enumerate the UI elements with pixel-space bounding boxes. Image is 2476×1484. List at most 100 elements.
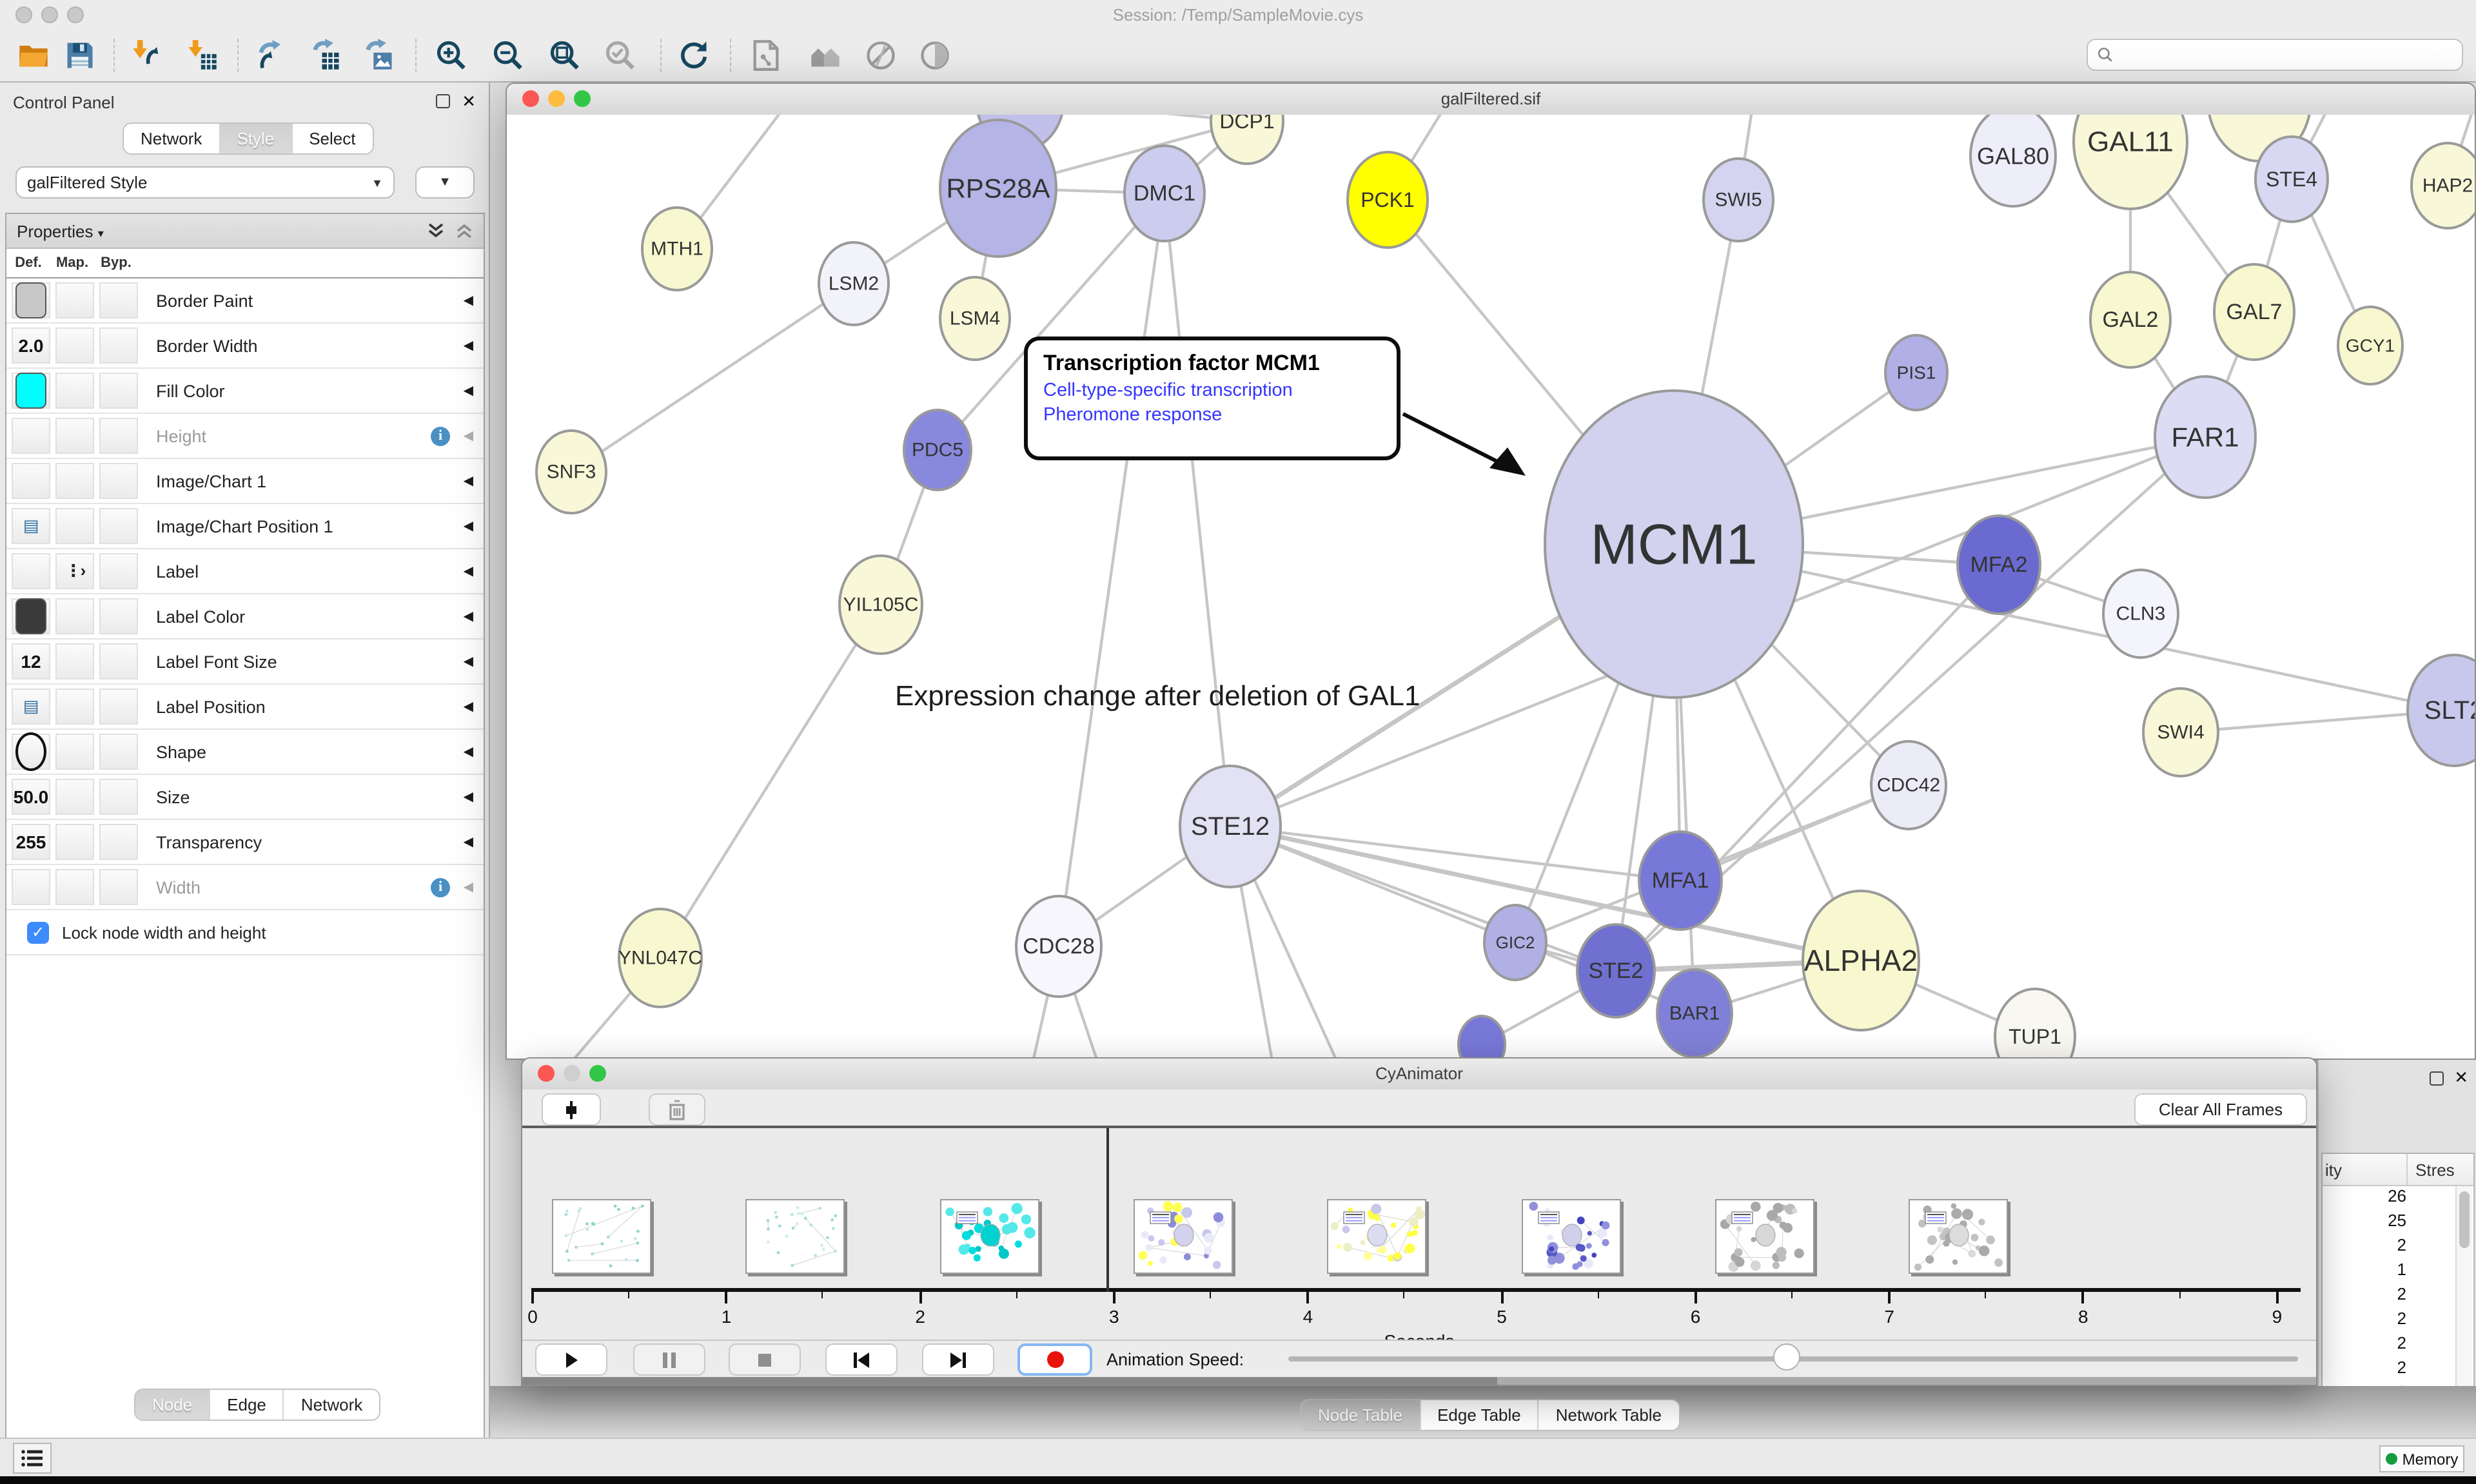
properties-header[interactable]: Properties ▾ [6,214,484,249]
table-row[interactable]: 25 [2323,1211,2473,1235]
network-node-CDC28[interactable]: CDC28 [1016,896,1101,997]
play-button[interactable] [535,1343,607,1376]
float-panel-icon[interactable] [436,94,450,108]
network-node-MFA1[interactable]: MFA1 [1639,832,1722,930]
timeline-frame-0[interactable] [552,1199,651,1274]
network-overview-icon[interactable] [807,37,843,73]
zoom-in-icon[interactable] [433,37,469,73]
search-input[interactable] [2087,39,2463,71]
expand-property-icon[interactable]: ◀ [464,835,473,849]
network-node-DCP1[interactable]: DCP1 [1211,115,1283,164]
annotation-link[interactable]: Cell-type-specific transcription [1043,380,1381,401]
tab-node[interactable]: Node [135,1390,210,1420]
expand-property-icon[interactable]: ◀ [464,519,473,533]
network-node-GAL7[interactable]: GAL7 [2214,264,2294,360]
cyanimator-scrollbar[interactable] [522,1377,2316,1386]
network-node-GAL80[interactable]: GAL80 [1970,115,2056,206]
network-node-GCY1[interactable]: GCY1 [2338,307,2402,384]
network-node-LSM2[interactable]: LSM2 [819,242,889,325]
timeline-playhead[interactable] [1106,1128,1108,1292]
network-node-LSM4[interactable]: LSM4 [940,277,1010,360]
network-node-STE4[interactable]: STE4 [2255,137,2328,222]
refresh-view-icon[interactable] [676,37,712,73]
export-image-icon[interactable] [361,37,397,73]
network-node-ALPHA2[interactable]: ALPHA2 [1803,891,1919,1030]
lock-size-checkbox[interactable]: ✓ [27,921,49,943]
memory-button[interactable]: Memory [2379,1445,2464,1472]
zoom-out-icon[interactable] [490,37,526,73]
delete-frame-button[interactable] [649,1093,705,1126]
network-node-TUP1[interactable]: TUP1 [1995,989,2075,1060]
timeline-frame-3[interactable] [1134,1199,1233,1274]
table-row[interactable]: 2 [2323,1333,2473,1358]
network-node-YIL105C[interactable]: YIL105C [840,556,922,654]
timeline-frame-2[interactable] [939,1199,1039,1274]
open-session-icon[interactable] [15,37,52,73]
style-options-button[interactable]: ▼ [415,166,475,199]
table-row[interactable]: 26 [2323,1186,2473,1211]
network-node-BAR1[interactable]: BAR1 [1657,970,1732,1057]
network-edge[interactable] [1059,193,1164,946]
property-row-label[interactable]: ⋮›Label◀ [6,549,484,594]
import-table-icon[interactable] [184,37,221,73]
network-node-GIC2[interactable]: GIC2 [1484,905,1546,980]
network-node-botp[interactable] [1459,1016,1505,1060]
style-select[interactable]: galFiltered Style ▼ [15,166,395,199]
network-canvas[interactable]: RPS28ADCP1DMC1PCK1MTH1LSM2LSM4SWI5GAL80G… [507,115,2475,1060]
hide-graphics-icon[interactable] [863,37,899,73]
cyanimator-titlebar[interactable]: CyAnimator [522,1059,2316,1091]
network-node-PCK1[interactable]: PCK1 [1348,152,1428,248]
network-node-PIS1[interactable]: PIS1 [1885,335,1947,410]
property-row-width[interactable]: Widthi◀ [6,865,484,910]
zoom-fit-icon[interactable] [547,37,583,73]
table-row[interactable]: 2 [2323,1358,2473,1382]
table-row[interactable]: 2 [2323,1309,2473,1333]
network-node-STE12[interactable]: STE12 [1180,766,1281,887]
table-row[interactable]: 2 [2323,1235,2473,1260]
timeline-frame-4[interactable] [1327,1199,1426,1274]
next-frame-button[interactable] [922,1343,994,1376]
timeline-frame-6[interactable] [1715,1199,1814,1274]
zoom-selected-icon[interactable] [602,37,638,73]
annotation-box[interactable]: Transcription factor MCM1 Cell-type-spec… [1024,337,1400,460]
network-node-STE2[interactable]: STE2 [1577,924,1655,1017]
network-node-YNL047C[interactable]: YNL047C [618,909,702,1007]
network-node-MFA2[interactable]: MFA2 [1958,516,2040,614]
timeline-frame-1[interactable] [746,1199,845,1274]
network-edge[interactable] [571,284,854,472]
pause-button[interactable] [633,1343,705,1376]
network-node-SWI5[interactable]: SWI5 [1704,159,1773,241]
property-row-image-chart-position-1[interactable]: ▤Image/Chart Position 1◀ [6,504,484,549]
network-window-titlebar[interactable]: galFiltered.sif [507,84,2475,116]
property-row-fill-color[interactable]: Fill Color◀ [6,369,484,414]
show-graphics-icon[interactable] [917,37,953,73]
property-row-size[interactable]: 50.0Size◀ [6,775,484,820]
timeline-frame-7[interactable] [1909,1199,2008,1274]
network-edge[interactable] [1164,193,1230,826]
network-node-HAP2[interactable]: HAP2 [2412,143,2475,228]
expand-property-icon[interactable]: ◀ [464,293,473,308]
animation-speed-knob[interactable] [1773,1343,1800,1371]
table-row[interactable]: 2 [2323,1284,2473,1309]
add-frame-button[interactable] [542,1093,601,1126]
network-node-SNF3[interactable]: SNF3 [536,431,606,513]
property-row-label-color[interactable]: Label Color◀ [6,594,484,639]
expand-property-icon[interactable]: ◀ [464,429,473,443]
annotation-link[interactable]: Pheromone response [1043,405,1381,425]
expand-property-icon[interactable]: ◀ [464,384,473,398]
network-node-FAR1[interactable]: FAR1 [2155,376,2255,498]
import-network-icon[interactable] [129,37,165,73]
expand-property-icon[interactable]: ◀ [464,564,473,578]
property-row-label-position[interactable]: ▤Label Position◀ [6,685,484,730]
table-scrollbar[interactable] [2455,1186,2472,1392]
network-edge[interactable] [1230,826,1616,971]
expand-property-icon[interactable]: ◀ [464,609,473,623]
tab-network[interactable]: Network [124,124,220,153]
export-network-icon[interactable] [253,37,289,73]
property-row-shape[interactable]: Shape◀ [6,730,484,775]
network-node-CLN3[interactable]: CLN3 [2103,570,2178,658]
timeline-frame-5[interactable] [1521,1199,1620,1274]
network-node-MTH1[interactable]: MTH1 [642,208,712,290]
expand-property-icon[interactable]: ◀ [464,790,473,804]
tab-network-table[interactable]: Network Table [1539,1400,1678,1430]
